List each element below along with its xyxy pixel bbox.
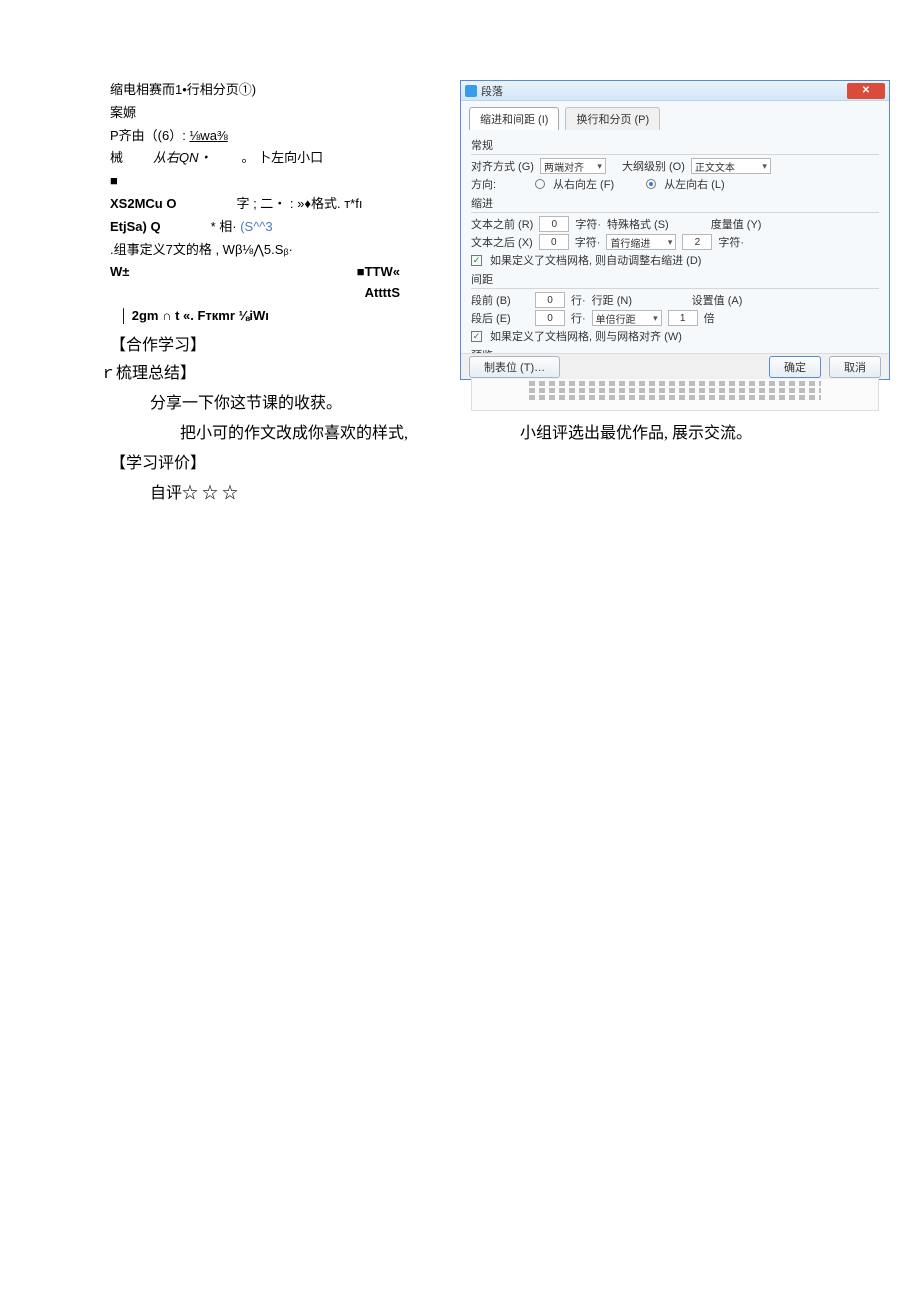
cancel-button[interactable]: 取消 xyxy=(829,356,881,378)
radio-rtl-label: 从右向左 (F) xyxy=(553,176,614,192)
line-spacing-select[interactable]: 单倍行距 xyxy=(592,310,662,326)
garble-fragment: 。 卜左向小口 xyxy=(242,148,324,169)
row-direction: 方向: 从右向左 (F) 从左向右 (L) xyxy=(471,176,879,192)
garble-line: W± ■TTW« AttttS xyxy=(110,262,400,304)
garble-line: P齐由（(6）: ⅛wa⅜ xyxy=(110,126,420,147)
text-rating: 自评☆ ☆ ☆ xyxy=(150,479,890,503)
row-spacing-before: 段前 (B) 0 行· 行距 (N) 设置值 (A) xyxy=(471,292,879,308)
unit-char: 字符· xyxy=(575,234,601,250)
garbled-text-block: 缩电相赛而1•行相分页①) 案嫄 P齐由（(6）: ⅛wa⅜ 械 从右QN・ 。… xyxy=(110,80,420,327)
radio-ltr-label: 从左向右 (L) xyxy=(664,176,725,192)
unit-line: 行· xyxy=(571,292,586,308)
direction-label: 方向: xyxy=(471,176,529,192)
garble-fragment: ■TTW« xyxy=(357,262,400,283)
alignment-select[interactable]: 两端对齐 xyxy=(540,158,606,174)
garble-fragment: EtjSa) Q xyxy=(110,217,161,238)
garble-line: 械 从右QN・ 。 卜左向小口 xyxy=(110,148,420,169)
heading-evaluation: 【学习评价】 xyxy=(110,449,890,473)
preview-line xyxy=(529,381,821,386)
dialog-title: 段落 xyxy=(481,83,847,99)
app-icon xyxy=(465,85,477,97)
checkbox-snap-grid-label: 如果定义了文档网格, 则与网格对齐 (W) xyxy=(490,328,682,344)
outline-label: 大纲级别 (O) xyxy=(622,158,685,174)
dialog-button-row: 制表位 (T)… 确定 取消 xyxy=(461,353,889,379)
garble-fragment: AttttS xyxy=(357,283,400,304)
tab-indent-spacing[interactable]: 缩进和间距 (I) xyxy=(469,107,559,130)
outline-value: 正文文本 xyxy=(695,159,735,174)
garble-fragment: (S^^3 xyxy=(240,219,272,234)
set-value-spinner[interactable]: 1 xyxy=(668,310,698,326)
row-alignment: 对齐方式 (G) 两端对齐 大纲级别 (O) 正文文本 xyxy=(471,158,879,174)
close-button[interactable]: ✕ xyxy=(847,83,885,99)
dialog-titlebar[interactable]: 段落 ✕ xyxy=(461,81,889,101)
tabs-button[interactable]: 制表位 (T)… xyxy=(469,356,560,378)
garble-fragment: W± xyxy=(110,262,129,304)
row-spacing-check: ✓ 如果定义了文档网格, 则与网格对齐 (W) xyxy=(471,328,879,344)
unit-char: 字符· xyxy=(575,216,601,232)
checkbox-auto-indent-label: 如果定义了文档网格, 则自动调整右缩进 (D) xyxy=(490,252,701,268)
garble-line: .组事定义7文的格 , Wβ⅛⋀5.Sᵦ· xyxy=(110,240,420,261)
checkbox-snap-grid[interactable]: ✓ xyxy=(471,331,482,342)
row-indent-before: 文本之前 (R) 0 字符· 特殊格式 (S) 度量值 (Y) xyxy=(471,216,879,232)
outline-select[interactable]: 正文文本 xyxy=(691,158,771,174)
paragraph-dialog: 段落 ✕ 缩进和间距 (I) 换行和分页 (P) 常规 对齐方式 (G) 两端对… xyxy=(460,80,890,380)
garble-fragment: P齐由（(6）: xyxy=(110,128,189,143)
radio-rtl[interactable] xyxy=(535,179,545,189)
row-spacing-after: 段后 (E) 0 行· 单倍行距 1 倍 xyxy=(471,310,879,326)
section-general: 常规 xyxy=(471,137,879,155)
before-text-label: 文本之前 (R) xyxy=(471,216,533,232)
garble-fragment: 字 ; 二・ : »♦格式. т*fı xyxy=(236,194,362,215)
alignment-label: 对齐方式 (G) xyxy=(471,158,534,174)
before-para-label: 段前 (B) xyxy=(471,292,529,308)
text-assignment-right: 小组评选出最优作品, 展示交流。 xyxy=(520,419,752,443)
section-spacing: 间距 xyxy=(471,271,879,289)
row-indent-check: ✓ 如果定义了文档网格, 则自动调整右缩进 (D) xyxy=(471,252,879,268)
row-indent-after: 文本之后 (X) 0 字符· 首行缩进 2 字符· xyxy=(471,234,879,250)
text-assignment-row: 把小可的作文改成你喜欢的样式, 小组评选出最优作品, 展示交流。 xyxy=(110,419,890,443)
garble-line: ■ xyxy=(110,171,420,192)
metric-label: 度量值 (Y) xyxy=(711,216,769,232)
special-format-label: 特殊格式 (S) xyxy=(607,216,669,232)
unit-char: 字符· xyxy=(718,234,744,250)
garble-line: │ 2gm ∩ t «. Fткmr ⅛iWı xyxy=(120,306,420,327)
close-icon: ✕ xyxy=(862,85,870,96)
radio-ltr[interactable] xyxy=(646,179,656,189)
garble-fragment: * 相· xyxy=(211,219,241,234)
text-assignment-left: 把小可的作文改成你喜欢的样式, xyxy=(180,419,520,443)
before-text-spinner[interactable]: 0 xyxy=(539,216,569,232)
checkbox-auto-indent[interactable]: ✓ xyxy=(471,255,482,266)
unit-mult: 倍 xyxy=(704,310,715,326)
after-para-spinner[interactable]: 0 xyxy=(535,310,565,326)
section-indent: 缩进 xyxy=(471,195,879,213)
special-format-value: 首行缩进 xyxy=(610,235,650,250)
set-value-label: 设置值 (A) xyxy=(692,292,750,308)
after-text-spinner[interactable]: 0 xyxy=(539,234,569,250)
unit-line: 行· xyxy=(571,310,586,326)
preview-line xyxy=(529,395,821,400)
after-text-label: 文本之后 (X) xyxy=(471,234,533,250)
garble-line: 案嫄 xyxy=(110,103,420,124)
garble-fragment: 械 xyxy=(110,148,123,169)
tab-line-page-break[interactable]: 换行和分页 (P) xyxy=(565,107,660,130)
tab-row: 缩进和间距 (I) 换行和分页 (P) xyxy=(461,101,889,130)
garble-fragment: ⅛wa⅜ xyxy=(189,128,227,143)
line-spacing-value: 单倍行距 xyxy=(596,311,636,326)
garble-fragment: XS2MCu О xyxy=(110,194,176,215)
garble-fragment: 从右QN・ xyxy=(153,148,212,169)
before-para-spinner[interactable]: 0 xyxy=(535,292,565,308)
garble-fragment: * 相· (S^^3 xyxy=(211,217,273,238)
garble-line: XS2MCu О 字 ; 二・ : »♦格式. т*fı xyxy=(110,194,420,215)
garble-line: EtjSa) Q * 相· (S^^3 xyxy=(110,217,420,238)
special-format-select[interactable]: 首行缩进 xyxy=(606,234,676,250)
after-para-label: 段后 (E) xyxy=(471,310,529,326)
ok-button[interactable]: 确定 xyxy=(769,356,821,378)
garble-line: 缩电相赛而1•行相分页①) xyxy=(110,80,420,101)
line-spacing-label: 行距 (N) xyxy=(592,292,650,308)
alignment-value: 两端对齐 xyxy=(544,159,584,174)
preview-line xyxy=(529,388,821,393)
metric-spinner[interactable]: 2 xyxy=(682,234,712,250)
